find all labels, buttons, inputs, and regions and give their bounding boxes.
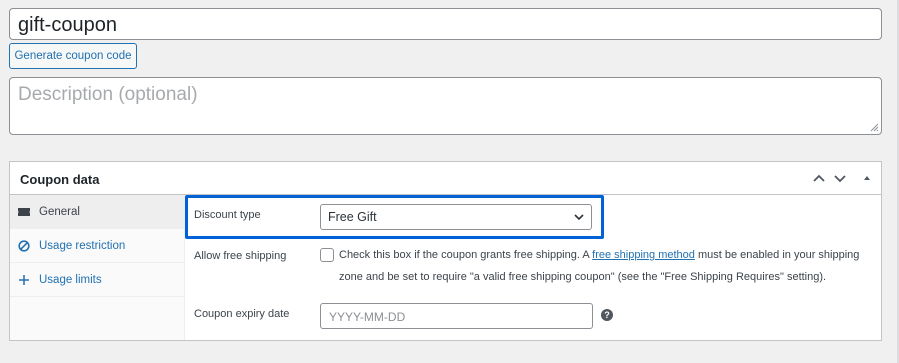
coupon-tabs: General Usage restriction Usage limits xyxy=(10,195,185,340)
coupon-code-input[interactable]: gift-coupon xyxy=(9,8,882,40)
triangle-up-icon[interactable] xyxy=(859,170,875,186)
tab-general-label: General xyxy=(39,206,80,218)
tab-usage-limits-label: Usage limits xyxy=(39,274,102,286)
description-textarea[interactable]: Description (optional) xyxy=(9,77,882,135)
tab-usage-limits[interactable]: Usage limits xyxy=(10,263,184,297)
help-icon[interactable]: ? xyxy=(601,309,613,321)
panel-header: Coupon data xyxy=(10,162,881,195)
free-shipping-checkbox[interactable] xyxy=(320,248,334,262)
resize-grip-icon[interactable] xyxy=(869,122,879,132)
discount-type-select[interactable]: Free Gift xyxy=(320,204,592,230)
free-shipping-text-before: Check this box if the coupon grants free… xyxy=(339,249,593,261)
chevron-down-icon[interactable] xyxy=(832,170,848,186)
chevron-up-icon[interactable] xyxy=(811,170,827,186)
discount-type-value: Free Gift xyxy=(328,210,377,224)
chevron-down-icon xyxy=(574,214,584,221)
discount-type-label: Discount type xyxy=(194,209,261,221)
tab-usage-restriction-label: Usage restriction xyxy=(39,240,126,252)
panel-title: Coupon data xyxy=(20,172,100,187)
ticket-icon xyxy=(18,208,30,216)
generate-coupon-code-button[interactable]: Generate coupon code xyxy=(9,43,137,69)
expiry-date-input[interactable]: YYYY-MM-DD xyxy=(320,303,593,329)
plus-arrows-icon xyxy=(19,275,29,285)
forbidden-icon xyxy=(18,240,30,252)
tab-usage-restriction[interactable]: Usage restriction xyxy=(10,229,184,263)
tab-general[interactable]: General xyxy=(10,195,184,229)
free-shipping-description: Check this box if the coupon grants free… xyxy=(339,244,874,288)
free-shipping-method-link[interactable]: free shipping method xyxy=(592,249,695,261)
expiry-date-label: Coupon expiry date xyxy=(194,308,290,320)
expiry-date-placeholder: YYYY-MM-DD xyxy=(329,310,406,324)
description-placeholder: Description (optional) xyxy=(18,84,198,105)
free-shipping-label: Allow free shipping xyxy=(194,250,287,262)
